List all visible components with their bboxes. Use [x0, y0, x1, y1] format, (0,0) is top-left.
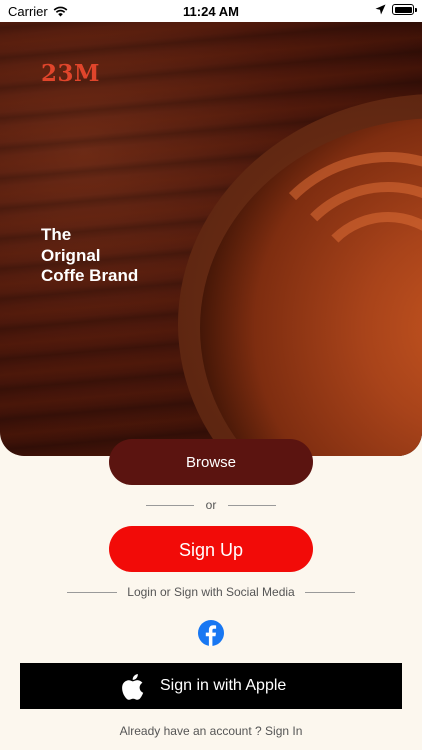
social-divider: Login or Sign with Social Media	[0, 585, 422, 599]
status-right	[375, 4, 417, 15]
status-time: 11:24 AM	[183, 4, 239, 19]
brand-logo: 23M	[41, 60, 100, 87]
signup-button[interactable]: Sign Up	[109, 526, 313, 572]
apple-icon	[122, 674, 144, 700]
facebook-icon[interactable]	[198, 620, 224, 646]
status-bar: Carrier 11:24 AM	[0, 0, 422, 22]
hero-tagline: The Orignal Coffe Brand	[41, 225, 139, 285]
or-divider: or	[0, 498, 422, 512]
or-label: or	[205, 498, 217, 512]
sign-in-with-apple-button[interactable]: Sign in with Apple	[20, 663, 402, 709]
divider-line	[67, 591, 118, 593]
divider-line	[228, 504, 277, 506]
location-arrow-icon	[375, 4, 386, 15]
battery-icon	[392, 4, 417, 15]
hero-banner: 23M The Orignal Coffe Brand	[0, 22, 422, 456]
social-label: Login or Sign with Social Media	[127, 585, 295, 599]
browse-button[interactable]: Browse	[109, 439, 313, 485]
apple-button-label: Sign in with Apple	[160, 677, 287, 694]
divider-line	[145, 504, 194, 506]
divider-line	[304, 591, 355, 593]
sign-in-link[interactable]: Already have an account ? Sign In	[0, 724, 422, 738]
